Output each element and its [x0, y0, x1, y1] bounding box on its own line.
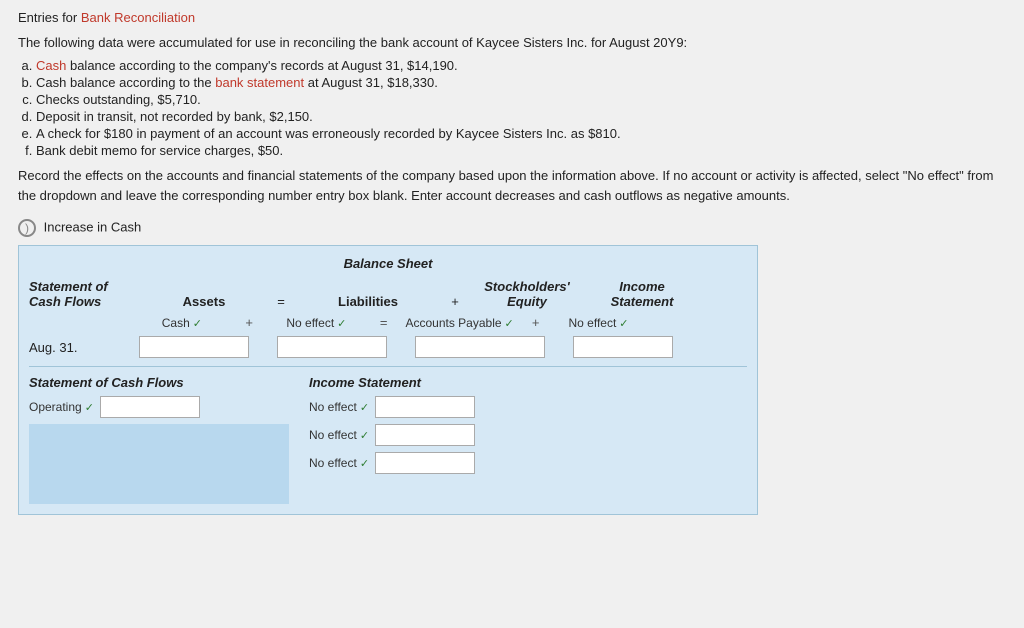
equals-header: = — [269, 294, 293, 309]
operating-check-icon: ✓ — [85, 401, 94, 414]
equity-input[interactable] — [573, 336, 673, 358]
equity-header: Stockholders' Equity — [467, 279, 587, 309]
no-effect-income-3-check-icon: ✓ — [360, 457, 369, 470]
bank-reconciliation-link[interactable]: Bank Reconciliation — [81, 10, 195, 25]
no-effect-income-2-check-icon: ✓ — [360, 429, 369, 442]
section-label: ) Increase in Cash — [18, 219, 1006, 237]
list-item-d: Deposit in transit, not recorded by bank… — [36, 109, 1006, 124]
income-header: Income Statement — [587, 279, 697, 309]
operating-row: Operating ✓ — [29, 396, 289, 418]
income-statement-label: Income Statement — [309, 375, 747, 390]
bank-statement-link[interactable]: bank statement — [215, 75, 304, 90]
balance-sheet-title: Balance Sheet — [29, 256, 747, 271]
equals-sign: = — [380, 315, 388, 330]
bottom-left-spacer — [29, 424, 289, 504]
main-table: Balance Sheet Statement of Cash Flows As… — [18, 245, 758, 515]
no-effect-income-1-check-icon: ✓ — [360, 401, 369, 414]
bottom-right: Income Statement No effect ✓ No effect ✓… — [289, 375, 747, 504]
no-effect-income-3-dropdown[interactable]: No effect ✓ — [309, 456, 369, 470]
divider — [29, 366, 747, 367]
bottom-section: Statement of Cash Flows Operating ✓ Inco… — [29, 375, 747, 504]
aug-31-row: Aug. 31. — [29, 336, 747, 358]
header-row: Statement of Cash Flows Assets = Liabili… — [29, 279, 747, 309]
cash-input[interactable] — [139, 336, 249, 358]
no-effect-row-1: No effect ✓ — [309, 396, 747, 418]
arrow-indicator: ) — [18, 219, 36, 237]
income-3-input[interactable] — [375, 452, 475, 474]
no-effect-row-2: No effect ✓ — [309, 424, 747, 446]
statement-header: Statement of Cash Flows — [29, 279, 139, 309]
no-effect-2-check-icon: ✓ — [619, 317, 628, 330]
sub-header-row: Cash ✓ + No effect ✓ = Accounts Payable … — [29, 315, 747, 330]
aug-31-label: Aug. 31. — [29, 340, 139, 355]
cash-check-icon: ✓ — [193, 317, 202, 330]
accounts-payable-dropdown[interactable]: Accounts Payable ✓ — [405, 316, 513, 330]
assets-header: Assets — [139, 294, 269, 309]
cash-link-a[interactable]: Cash — [36, 58, 66, 73]
list-items: Cash balance according to the company's … — [36, 58, 1006, 158]
list-item-a: Cash balance according to the company's … — [36, 58, 1006, 73]
intro-text: The following data were accumulated for … — [18, 35, 1006, 50]
no-effect-1-dropdown[interactable]: No effect ✓ — [286, 316, 346, 330]
plus-sign-1: + — [245, 315, 253, 330]
liabilities-header: Liabilities — [293, 294, 443, 309]
no-effect-2-dropdown[interactable]: No effect ✓ — [568, 316, 628, 330]
no-effect-row-3: No effect ✓ — [309, 452, 747, 474]
income-2-input[interactable] — [375, 424, 475, 446]
bottom-left: Statement of Cash Flows Operating ✓ — [29, 375, 289, 504]
no-effect-income-2-dropdown[interactable]: No effect ✓ — [309, 428, 369, 442]
list-item-e: A check for $180 in payment of an accoun… — [36, 126, 1006, 141]
plus-header: + — [443, 294, 467, 309]
no-effect-1-input[interactable] — [277, 336, 387, 358]
list-item-b: Cash balance according to the bank state… — [36, 75, 1006, 90]
list-item-c: Checks outstanding, $5,710. — [36, 92, 1006, 107]
instructions-text: Record the effects on the accounts and f… — [18, 166, 1006, 205]
cash-dropdown[interactable]: Cash ✓ — [162, 316, 202, 330]
statement-of-cash-flows-label: Statement of Cash Flows — [29, 375, 289, 390]
operating-input[interactable] — [100, 396, 200, 418]
no-effect-income-1-dropdown[interactable]: No effect ✓ — [309, 400, 369, 414]
no-effect-1-check-icon: ✓ — [337, 317, 346, 330]
operating-dropdown[interactable]: Operating ✓ — [29, 400, 94, 414]
income-1-input[interactable] — [375, 396, 475, 418]
accounts-payable-check-icon: ✓ — [505, 317, 514, 330]
accounts-payable-input[interactable] — [415, 336, 545, 358]
plus-sign-2: + — [532, 315, 540, 330]
entries-title: Entries for Bank Reconciliation — [18, 10, 1006, 25]
list-item-f: Bank debit memo for service charges, $50… — [36, 143, 1006, 158]
